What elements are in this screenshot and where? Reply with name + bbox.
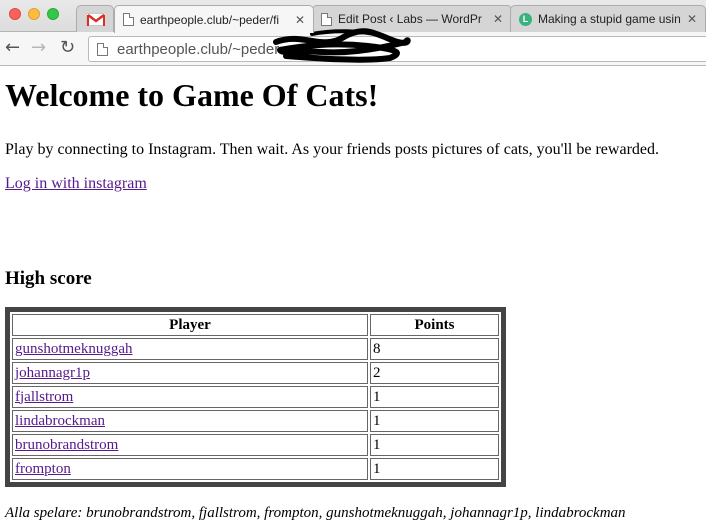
player-cell: johannagr1p [12, 362, 368, 384]
table-row: fjallstrom 1 [12, 386, 499, 408]
tab-close-icon[interactable]: ✕ [295, 13, 305, 27]
page-icon [97, 42, 108, 56]
points-column-header: Points [370, 314, 499, 336]
green-circle-icon: L [519, 12, 532, 26]
page-title: Welcome to Game Of Cats! [5, 77, 379, 113]
highscore-heading: High score [5, 268, 92, 289]
table-row: johannagr1p 2 [12, 362, 499, 384]
points-cell: 1 [370, 410, 499, 432]
login-instagram-link[interactable]: Log in with instagram [5, 174, 705, 194]
highscore-table: Player Points gunshotmeknuggah 8 johanna… [5, 307, 506, 487]
minimize-window-button[interactable] [28, 8, 40, 20]
player-cell: gunshotmeknuggah [12, 338, 368, 360]
url-text[interactable]: earthpeople.club/~peder [117, 41, 279, 58]
player-cell: lindabrockman [12, 410, 368, 432]
player-link[interactable]: lindabrockman [15, 413, 105, 429]
table-row: brunobrandstrom 1 [12, 434, 499, 456]
table-row: frompton 1 [12, 458, 499, 480]
tab-title: earthpeople.club/~peder/fi [140, 12, 280, 27]
zoom-window-button[interactable] [47, 8, 59, 20]
redaction-scribble [273, 28, 411, 63]
tab-gmail[interactable] [76, 5, 114, 32]
player-link[interactable]: frompton [15, 461, 71, 477]
table-row: gunshotmeknuggah 8 [12, 338, 499, 360]
points-cell: 2 [370, 362, 499, 384]
reload-icon[interactable]: ↻ [60, 39, 75, 57]
player-link[interactable]: johannagr1p [15, 365, 90, 381]
points-cell: 1 [370, 434, 499, 456]
close-window-button[interactable] [9, 8, 21, 20]
page-icon [123, 13, 134, 26]
tab-title: Making a stupid game usin [538, 12, 681, 26]
player-link[interactable]: brunobrandstrom [15, 437, 118, 453]
page-content: Welcome to Game Of Cats! Play by connect… [5, 66, 705, 522]
all-players-text: Alla spelare: brunobrandstrom, fjallstro… [5, 505, 626, 521]
player-link[interactable]: fjallstrom [15, 389, 73, 405]
gmail-icon [86, 12, 105, 26]
table-header-row: Player Points [12, 314, 499, 336]
tab-title: Edit Post ‹ Labs — WordPr [338, 12, 482, 26]
player-cell: frompton [12, 458, 368, 480]
player-cell: brunobrandstrom [12, 434, 368, 456]
forward-arrow-icon[interactable]: → [31, 39, 46, 57]
points-cell: 8 [370, 338, 499, 360]
tab-earthpeople[interactable]: earthpeople.club/~peder/fi ✕ [114, 5, 314, 33]
player-link[interactable]: gunshotmeknuggah [15, 341, 133, 357]
player-column-header: Player [12, 314, 368, 336]
tab-close-icon[interactable]: ✕ [493, 12, 503, 26]
player-cell: fjallstrom [12, 386, 368, 408]
table-row: lindabrockman 1 [12, 410, 499, 432]
back-arrow-icon[interactable]: ← [5, 39, 20, 57]
intro-text: Play by connecting to Instagram. Then wa… [5, 141, 659, 158]
tab-close-icon[interactable]: ✕ [687, 12, 697, 26]
page-icon [321, 12, 332, 26]
points-cell: 1 [370, 458, 499, 480]
points-cell: 1 [370, 386, 499, 408]
tab-making-game[interactable]: L Making a stupid game usin ✕ [510, 5, 706, 32]
